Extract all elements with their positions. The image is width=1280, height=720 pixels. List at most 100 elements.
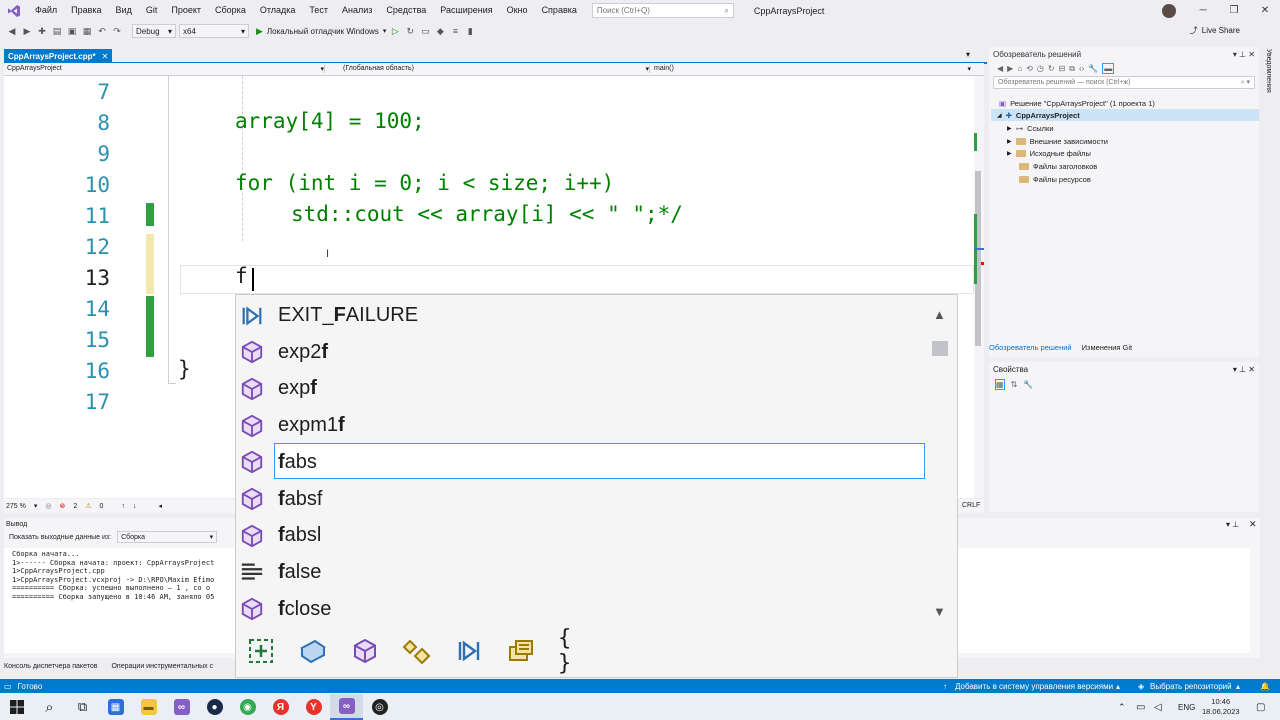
chevron-down-icon[interactable]: ▾ [34,502,38,510]
notification-bell-icon[interactable]: 🔔 [1260,682,1270,691]
minimize-button[interactable]: ─ [1188,0,1218,21]
breakpoint-icon[interactable]: ◆ [434,25,446,37]
tree-node-external[interactable]: ▶ Внешние зависимости [1007,135,1108,147]
visual-studio-icon[interactable]: ∞ [165,694,198,720]
save-all-icon[interactable]: ▦ [81,25,93,37]
tree-node-headers[interactable]: Файлы заголовков [1019,160,1097,172]
nav-member-select[interactable]: main() ▾ [649,65,971,73]
panel-controls-icon[interactable]: ▾ ⊥ ✕ [1233,365,1255,374]
completion-item[interactable]: fabsl [240,517,923,554]
tree-project[interactable]: ◢ ✚ CppArraysProject [991,109,1259,121]
tray-chevron-icon[interactable]: ⌃ [1118,702,1126,713]
live-share-button[interactable]: ⤴ Live Share [1190,25,1240,36]
output-source-select[interactable]: Сборка ▾ [117,531,218,543]
yandex-browser-icon[interactable]: Y [297,694,330,720]
obs-icon[interactable]: ◎ [363,694,396,720]
forward-icon[interactable]: ▶ [1007,64,1013,73]
menu-view[interactable]: Вид [109,0,139,21]
bookmark-icon[interactable]: ▮ [464,25,476,37]
avatar[interactable] [1162,4,1176,18]
completion-item[interactable]: fclose [240,591,923,628]
back-icon[interactable]: ◀ [997,64,1003,73]
tree-solution-root[interactable]: ▣ Решение "CppArraysProject" (1 проекта … [999,97,1155,109]
start-button[interactable] [0,694,33,720]
preview-icon[interactable]: ▬ [1102,63,1115,74]
menu-analyze[interactable]: Анализ [335,0,379,21]
line-ending[interactable]: CRLF [962,502,980,509]
menu-tools[interactable]: Средства [379,0,433,21]
nav-scope-select[interactable]: (Глобальная область) ▾ [324,65,649,73]
toolbar-misc-icon[interactable]: ▭ [419,25,431,37]
tree-node-sources[interactable]: ▶ Исходные файлы [1007,147,1091,159]
menu-git[interactable]: Git [139,0,165,21]
menu-file[interactable]: Файл [28,0,64,21]
home-icon[interactable]: ⌂ [1017,64,1022,73]
categorized-icon[interactable]: ▦ [995,378,1005,390]
completion-item[interactable]: fabsf [240,481,923,518]
menu-test[interactable]: Тест [302,0,335,21]
menu-window[interactable]: Окно [500,0,535,21]
platform-select[interactable]: x64 ▾ [179,24,249,38]
refresh-icon[interactable]: ↻ [1048,64,1055,73]
zoom-level[interactable]: 275 % [6,503,26,510]
network-icon[interactable]: ▭ [1136,702,1145,713]
tree-node-references[interactable]: ▶ ⊶ Ссылки [1007,122,1054,134]
visual-studio-active-icon[interactable]: ∞ [330,694,363,720]
menu-help[interactable]: Справка [535,0,584,21]
chevron-up-icon[interactable]: ▴ [1116,682,1120,691]
filter-class-icon[interactable] [298,636,328,666]
show-all-icon[interactable]: ⧉ [1069,64,1075,74]
chevron-up-icon[interactable]: ▴ [1236,682,1240,691]
completion-item[interactable]: EXIT_FAILURE [240,297,923,334]
vscode-icon[interactable]: ● [198,694,231,720]
comment-icon[interactable]: ≡ [449,25,461,37]
tab-cpp-file[interactable]: CppArraysProject.cpp* ✕ [4,49,113,63]
run-without-debug-icon[interactable]: ▷ [389,25,401,37]
popup-scrollbar[interactable]: ▲ ▼ [932,301,954,621]
maximize-button[interactable]: ❐ [1219,0,1249,21]
search-icon[interactable]: ⌕ [33,694,66,720]
chrome-icon[interactable]: ◉ [231,694,264,720]
filter-function-icon[interactable] [350,636,380,666]
tab-solution-explorer[interactable]: Обозреватель решений [989,343,1072,352]
panel-controls-icon[interactable]: ▾ ⊥ ✕ [1233,50,1255,59]
filter-macro-icon[interactable] [454,636,484,666]
tab-git-changes[interactable]: Изменения Git [1082,343,1133,352]
error-icon[interactable]: ⊗ [59,502,65,510]
tab-package-manager[interactable]: Консоль диспетчера пакетов [4,663,97,670]
sync-icon[interactable]: ⟲ [1026,64,1033,73]
scroll-left-icon[interactable]: ◂ [158,502,162,510]
hot-reload-icon[interactable]: ↻ [404,25,416,37]
save-icon[interactable]: ▣ [66,25,78,37]
completion-item[interactable]: exp2f [240,334,923,371]
solution-search-input[interactable]: Обозреватель решений — поиск (Ctrl+ж) ⌕ … [993,76,1255,89]
yandex-icon[interactable]: Я [264,694,297,720]
search-input[interactable]: Поиск (Ctrl+Q) ⌕ [591,3,734,18]
completion-item[interactable]: expm1f [240,407,923,444]
close-window-button[interactable]: ✕ [1250,0,1280,21]
properties-icon[interactable]: 🔧 [1088,64,1098,73]
close-icon[interactable]: ✕ [1249,519,1257,530]
back-icon[interactable]: ◀ [6,25,18,37]
pin-icon[interactable]: ▾ ⊥ [1226,520,1239,529]
filter-member-icon[interactable] [402,636,432,666]
redo-icon[interactable]: ↷ [111,25,123,37]
completion-item[interactable]: expf [240,370,923,407]
filter-snippet-icon[interactable] [246,636,276,666]
menu-debug[interactable]: Отладка [253,0,303,21]
arrow-down-icon[interactable]: ↓ [133,503,137,510]
add-vcs-button[interactable]: Добавить в систему управления версиями [955,682,1113,691]
filter-template-icon[interactable] [506,636,536,666]
select-repo-button[interactable]: Выбрать репозиторий [1150,682,1232,691]
tray-lang[interactable]: ENG [1178,703,1195,712]
new-item-icon[interactable]: ✚ [36,25,48,37]
task-view-icon[interactable]: ⧉ [66,694,99,720]
start-debug-button[interactable]: ▶ Локальный отладчик Windows ▾ [256,26,386,37]
menu-edit[interactable]: Правка [64,0,108,21]
pending-changes-icon[interactable]: ◷ [1037,64,1044,73]
forward-icon[interactable]: ▶ [21,25,33,37]
menu-project[interactable]: Проект [164,0,208,21]
scrollbar-thumb[interactable] [932,341,948,356]
filter-namespace-icon[interactable]: { } [558,626,588,676]
property-pages-icon[interactable]: 🔧 [1023,380,1033,389]
